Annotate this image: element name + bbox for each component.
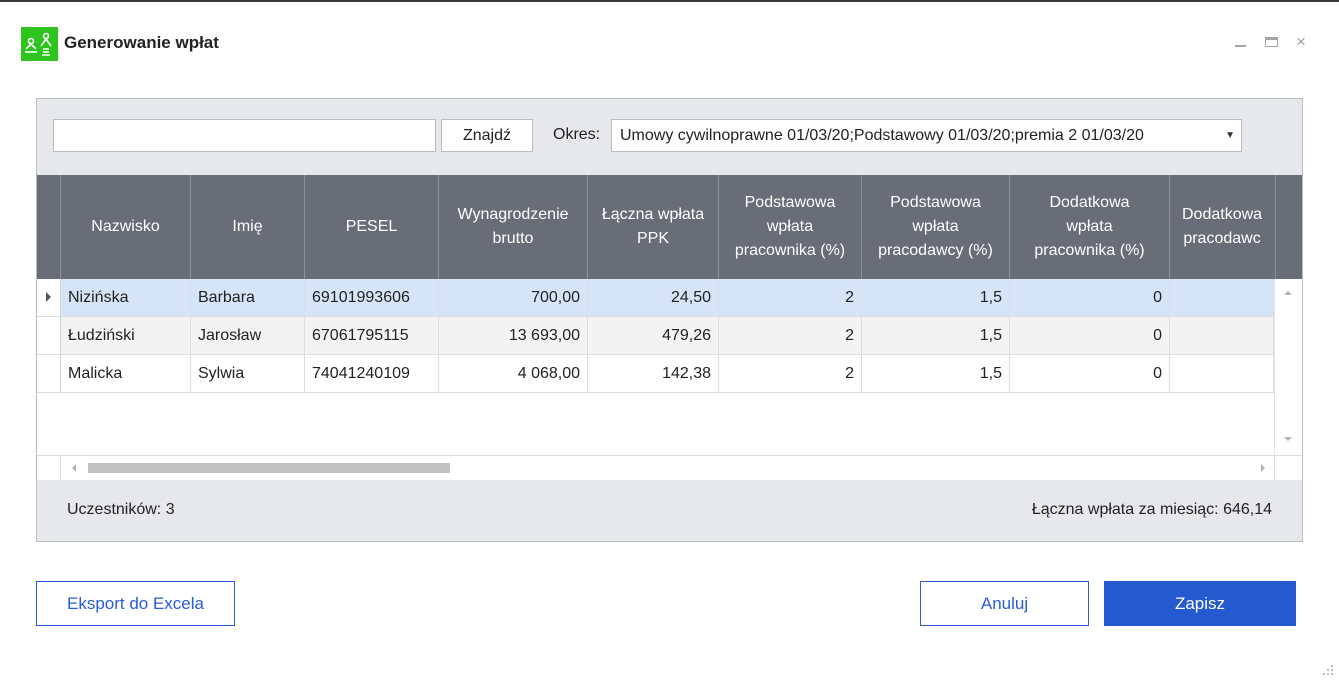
column-header[interactable]: PESEL [305,175,439,279]
cell-employee-basic[interactable]: 2 [719,279,862,316]
table-row[interactable]: Łudziński Jarosław 67061795115 13 693,00… [37,317,1274,355]
top-border [0,0,1339,2]
cell-first-name[interactable]: Jarosław [191,317,305,354]
close-icon[interactable]: × [1292,33,1310,51]
column-header[interactable]: Dodatkowa pracodawc [1170,175,1276,279]
app-logo-icon [21,27,58,61]
cell-employer-basic[interactable]: 1,5 [862,317,1010,354]
horizontal-scroll-thumb[interactable] [88,463,450,473]
column-header[interactable]: Imię [191,175,305,279]
cell-employee-additional[interactable]: 0 [1010,317,1170,354]
cell-surname[interactable]: Łudziński [61,317,191,354]
column-header[interactable]: Dodatkowa wpłata pracownika (%) [1010,175,1170,279]
period-value: Umowy cywilnoprawne 01/03/20;Podstawowy … [620,127,1144,144]
minimize-icon[interactable] [1231,33,1249,51]
column-header[interactable]: Łączna wpłata PPK [588,175,719,279]
table-row[interactable]: Malicka Sylwia 74041240109 4 068,00 142,… [37,355,1274,393]
cell-employee-basic[interactable]: 2 [719,317,862,354]
cell-first-name[interactable]: Barbara [191,279,305,316]
maximize-icon[interactable] [1262,33,1280,51]
scroll-left-icon[interactable] [72,464,76,472]
cell-surname[interactable]: Nizińska [61,279,191,316]
column-header[interactable]: Podstawowa wpłata pracodawcy (%) [862,175,1010,279]
dropdown-arrow-icon[interactable]: ▼ [1225,120,1235,151]
cell-employee-basic[interactable]: 2 [719,355,862,392]
row-header-corner [37,175,61,279]
cell-employer-basic[interactable]: 1,5 [862,355,1010,392]
main-panel: Znajdź Okres: Umowy cywilnoprawne 01/03/… [36,98,1303,542]
participants-count: Uczestników: 3 [67,501,175,518]
cell-pesel[interactable]: 74041240109 [305,355,439,392]
table-header: Nazwisko Imię PESEL Wynagrodzenie brutto… [37,175,1302,279]
cell-employer-basic[interactable]: 1,5 [862,279,1010,316]
period-select[interactable]: Umowy cywilnoprawne 01/03/20;Podstawowy … [611,119,1242,152]
cell-employer-additional[interactable] [1170,279,1274,316]
row-header[interactable] [37,317,61,354]
cancel-button[interactable]: Anuluj [920,581,1089,626]
cell-employee-additional[interactable]: 0 [1010,279,1170,316]
cell-total-ppk[interactable]: 142,38 [588,355,719,392]
cell-first-name[interactable]: Sylwia [191,355,305,392]
table-row[interactable]: Nizińska Barbara 69101993606 700,00 24,5… [37,279,1274,317]
horizontal-scrollbar[interactable] [37,455,1274,480]
cell-pesel[interactable]: 69101993606 [305,279,439,316]
row-header[interactable] [37,279,61,316]
cell-gross-salary[interactable]: 13 693,00 [439,317,588,354]
scroll-down-icon[interactable] [1284,437,1292,441]
scrollbar-corner [1274,455,1302,480]
cell-surname[interactable]: Malicka [61,355,191,392]
cell-employee-additional[interactable]: 0 [1010,355,1170,392]
column-header[interactable]: Podstawowa wpłata pracownika (%) [719,175,862,279]
row-header[interactable] [37,355,61,392]
scrollbar-corner [37,456,61,480]
period-label: Okres: [553,126,601,143]
scroll-up-icon[interactable] [1284,291,1292,295]
window-title: Generowanie wpłat [64,33,219,52]
column-header[interactable]: Nazwisko [61,175,191,279]
payments-table: Nazwisko Imię PESEL Wynagrodzenie brutto… [37,175,1302,480]
monthly-total: Łączna wpłata za miesiąc: 646,14 [1031,501,1272,518]
cell-gross-salary[interactable]: 700,00 [439,279,588,316]
scroll-right-icon[interactable] [1261,464,1265,472]
cell-gross-salary[interactable]: 4 068,00 [439,355,588,392]
export-excel-button[interactable]: Eksport do Excela [36,581,235,626]
cell-employer-additional[interactable] [1170,317,1274,354]
find-button[interactable]: Znajdź [441,119,533,152]
column-header[interactable]: Wynagrodzenie brutto [439,175,588,279]
cell-total-ppk[interactable]: 24,50 [588,279,719,316]
resize-grip-icon[interactable] [1321,665,1335,679]
search-input[interactable] [53,119,436,152]
current-row-pointer-icon [46,292,51,302]
cell-employer-additional[interactable] [1170,355,1274,392]
save-button[interactable]: Zapisz [1104,581,1296,626]
cell-pesel[interactable]: 67061795115 [305,317,439,354]
vertical-scrollbar[interactable] [1274,279,1302,455]
cell-total-ppk[interactable]: 479,26 [588,317,719,354]
